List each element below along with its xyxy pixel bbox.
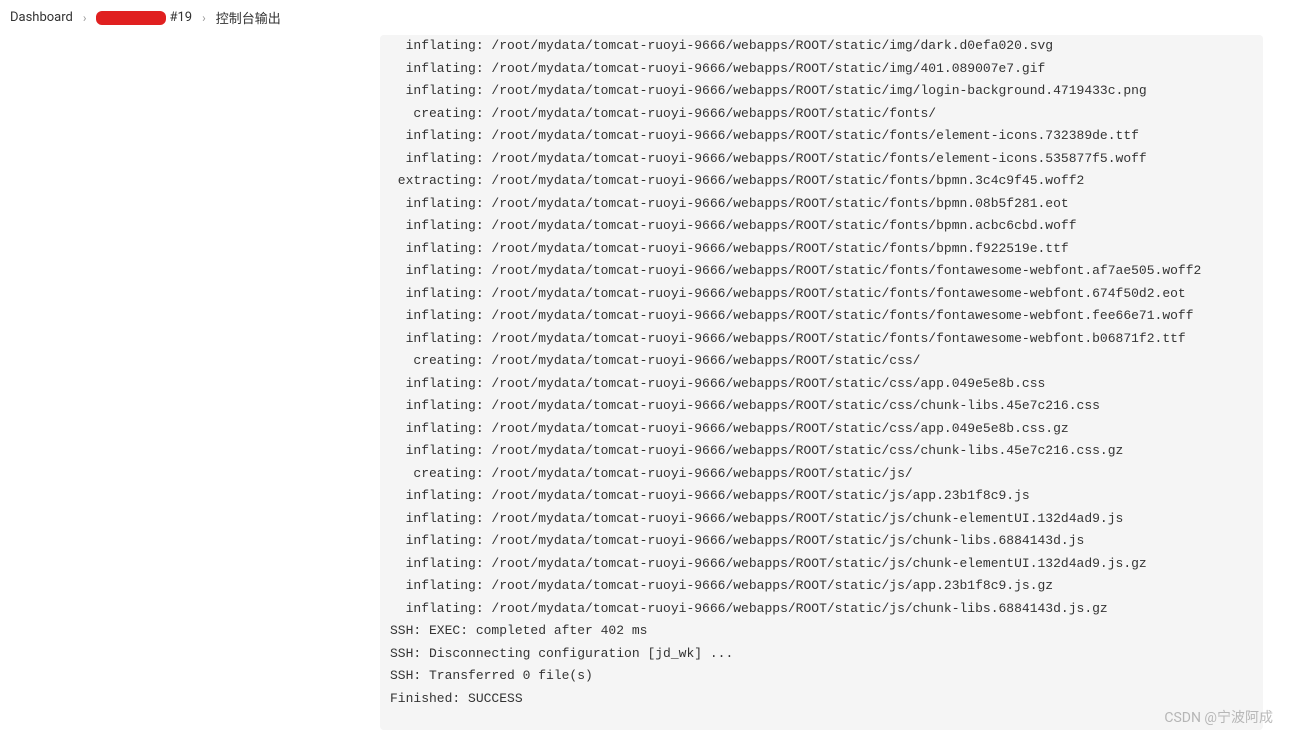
console-line: Finished: SUCCESS	[390, 688, 1253, 711]
breadcrumb-dashboard[interactable]: Dashboard	[10, 10, 73, 25]
console-line: creating: /root/mydata/tomcat-ruoyi-9666…	[390, 103, 1253, 126]
console-line: inflating: /root/mydata/tomcat-ruoyi-966…	[390, 328, 1253, 351]
breadcrumb-build-number: #19	[169, 10, 192, 25]
console-line: SSH: Transferred 0 file(s)	[390, 665, 1253, 688]
console-line: inflating: /root/mydata/tomcat-ruoyi-966…	[390, 418, 1253, 441]
breadcrumb-console-output[interactable]: 控制台输出	[216, 8, 281, 27]
console-line: inflating: /root/mydata/tomcat-ruoyi-966…	[390, 598, 1253, 621]
console-line: inflating: /root/mydata/tomcat-ruoyi-966…	[390, 215, 1253, 238]
console-line: inflating: /root/mydata/tomcat-ruoyi-966…	[390, 485, 1253, 508]
console-line: inflating: /root/mydata/tomcat-ruoyi-966…	[390, 35, 1253, 58]
console-line: inflating: /root/mydata/tomcat-ruoyi-966…	[390, 125, 1253, 148]
console-line: inflating: /root/mydata/tomcat-ruoyi-966…	[390, 508, 1253, 531]
console-line: inflating: /root/mydata/tomcat-ruoyi-966…	[390, 530, 1253, 553]
breadcrumb-job[interactable]: #19	[96, 10, 192, 25]
console-line: inflating: /root/mydata/tomcat-ruoyi-966…	[390, 148, 1253, 171]
console-output: inflating: /root/mydata/tomcat-ruoyi-966…	[380, 35, 1263, 730]
console-line: creating: /root/mydata/tomcat-ruoyi-9666…	[390, 350, 1253, 373]
console-line: SSH: EXEC: completed after 402 ms	[390, 620, 1253, 643]
console-line: inflating: /root/mydata/tomcat-ruoyi-966…	[390, 58, 1253, 81]
chevron-right-icon: ›	[83, 11, 87, 25]
console-line: inflating: /root/mydata/tomcat-ruoyi-966…	[390, 440, 1253, 463]
console-line: creating: /root/mydata/tomcat-ruoyi-9666…	[390, 463, 1253, 486]
console-line: inflating: /root/mydata/tomcat-ruoyi-966…	[390, 373, 1253, 396]
console-line: inflating: /root/mydata/tomcat-ruoyi-966…	[390, 260, 1253, 283]
breadcrumb: Dashboard › #19 › 控制台输出	[0, 0, 1293, 35]
console-line: SSH: Disconnecting configuration [jd_wk]…	[390, 643, 1253, 666]
redacted-badge	[96, 11, 166, 25]
chevron-right-icon: ›	[202, 11, 206, 25]
console-line: inflating: /root/mydata/tomcat-ruoyi-966…	[390, 395, 1253, 418]
console-line: inflating: /root/mydata/tomcat-ruoyi-966…	[390, 553, 1253, 576]
console-line: inflating: /root/mydata/tomcat-ruoyi-966…	[390, 305, 1253, 328]
console-line: extracting: /root/mydata/tomcat-ruoyi-96…	[390, 170, 1253, 193]
console-output-panel: inflating: /root/mydata/tomcat-ruoyi-966…	[380, 35, 1263, 730]
console-line: inflating: /root/mydata/tomcat-ruoyi-966…	[390, 80, 1253, 103]
console-line: inflating: /root/mydata/tomcat-ruoyi-966…	[390, 283, 1253, 306]
console-line: inflating: /root/mydata/tomcat-ruoyi-966…	[390, 238, 1253, 261]
console-line: inflating: /root/mydata/tomcat-ruoyi-966…	[390, 193, 1253, 216]
console-line: inflating: /root/mydata/tomcat-ruoyi-966…	[390, 575, 1253, 598]
